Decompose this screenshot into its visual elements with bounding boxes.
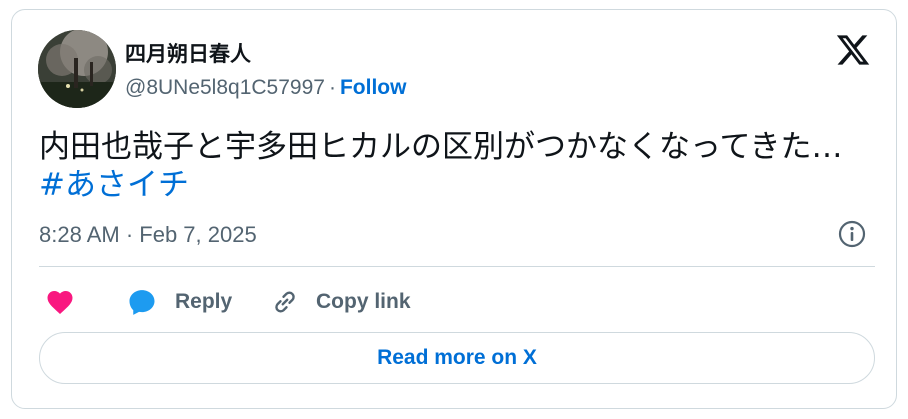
x-logo-icon[interactable]	[835, 32, 871, 68]
hashtag-link[interactable]: #あさイチ	[39, 166, 843, 204]
info-icon[interactable]	[838, 220, 866, 248]
tweet-text: 内田也哉子と宇多田ヒカルの区別がつかなくなってきた… #あさイチ	[39, 128, 843, 204]
reply-label: Reply	[175, 290, 233, 313]
reply-button[interactable]: Reply	[127, 284, 232, 320]
link-icon	[275, 291, 295, 313]
timestamp[interactable]: 8:28 AM · Feb 7, 2025	[39, 222, 257, 248]
heart-icon	[47, 291, 73, 314]
separator-dot: ·	[328, 76, 336, 99]
copy-link-label: Copy link	[316, 290, 411, 313]
user-handle[interactable]: @8UNe5l8q1C57997	[125, 76, 325, 99]
avatar[interactable]	[38, 30, 116, 108]
follow-button[interactable]: Follow	[340, 76, 407, 99]
like-button[interactable]	[45, 284, 75, 320]
display-name[interactable]: 四月朔日春人	[125, 38, 251, 68]
tweet-body: 内田也哉子と宇多田ヒカルの区別がつかなくなってきた…	[39, 129, 843, 165]
tweet-card: 四月朔日春人 @8UNe5l8q1C57997 · Follow 内田也哉子と宇多田…	[11, 9, 897, 409]
avatar-image	[38, 30, 116, 108]
read-more-label: Read more on X	[377, 346, 537, 369]
divider	[39, 266, 875, 267]
read-more-button[interactable]: Read more on X	[39, 332, 875, 384]
copy-link-button[interactable]: Copy link	[270, 284, 411, 320]
handle-row: @8UNe5l8q1C57997 · Follow	[125, 76, 406, 100]
reply-bubble-icon	[129, 290, 155, 315]
